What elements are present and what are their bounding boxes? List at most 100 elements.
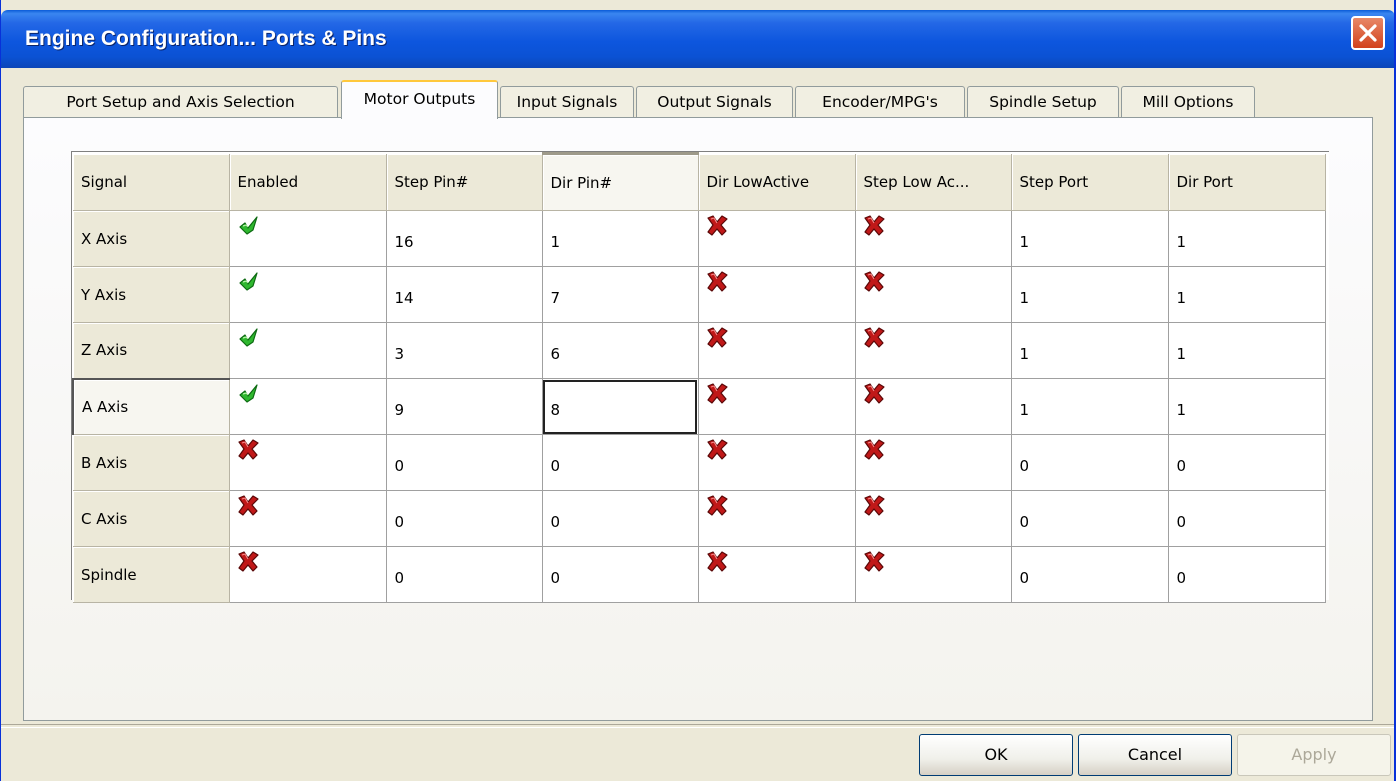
footer-separator	[1, 724, 1394, 728]
dir-port-cell[interactable]: 1	[1168, 266, 1326, 323]
step-pin-cell[interactable]: 9	[386, 378, 543, 435]
red-x-icon	[862, 213, 886, 237]
apply-button[interactable]: Apply	[1237, 734, 1391, 776]
enabled-cell[interactable]	[229, 210, 387, 267]
tab-port-setup[interactable]: Port Setup and Axis Selection	[23, 86, 338, 118]
tab-encoder-mpgs[interactable]: Encoder/MPG's	[795, 86, 965, 118]
step-low-active-cell[interactable]	[855, 210, 1012, 267]
dir-low-active-cell[interactable]	[698, 434, 856, 491]
close-button[interactable]	[1351, 16, 1385, 50]
red-x-icon	[862, 549, 886, 573]
step-low-active-cell[interactable]	[855, 490, 1012, 547]
motor-outputs-table: Signal Enabled Step Pin# Dir Pin# Dir LowAct…	[72, 152, 1326, 603]
title-bar[interactable]: Engine Configuration... Ports & Pins	[1, 10, 1394, 68]
dir-port-cell[interactable]: 1	[1168, 210, 1326, 267]
row-header-signal[interactable]: Y Axis	[73, 266, 230, 323]
step-port-cell[interactable]: 1	[1011, 210, 1169, 267]
col-step-port-header[interactable]: Step Port	[1011, 153, 1169, 211]
step-port-cell[interactable]: 0	[1011, 490, 1169, 547]
dir-pin-cell[interactable]: 0	[542, 490, 699, 547]
enabled-cell[interactable]	[229, 546, 387, 603]
red-x-icon	[862, 437, 886, 461]
red-x-icon	[705, 549, 729, 573]
dir-low-active-cell[interactable]	[698, 266, 856, 323]
dir-port-cell[interactable]: 1	[1168, 322, 1326, 379]
table-row: Spindle 0 0 0 0	[73, 546, 1326, 603]
step-low-active-cell[interactable]	[855, 322, 1012, 379]
step-port-cell[interactable]: 0	[1011, 546, 1169, 603]
red-x-icon	[862, 381, 886, 405]
tab-input-signals[interactable]: Input Signals	[500, 86, 634, 118]
enabled-cell[interactable]	[229, 490, 387, 547]
row-header-signal[interactable]: Z Axis	[73, 322, 230, 379]
tab-output-signals[interactable]: Output Signals	[636, 86, 793, 118]
enabled-cell[interactable]	[229, 266, 387, 323]
red-x-icon	[236, 549, 260, 573]
row-header-signal[interactable]: B Axis	[73, 434, 230, 491]
enabled-cell[interactable]	[229, 322, 387, 379]
dir-pin-cell[interactable]: 0	[542, 434, 699, 491]
dir-low-active-cell[interactable]	[698, 490, 856, 547]
row-header-signal[interactable]: X Axis	[73, 210, 230, 267]
enabled-cell[interactable]	[229, 434, 387, 491]
col-signal-header[interactable]: Signal	[73, 153, 230, 211]
enabled-cell[interactable]	[229, 378, 387, 435]
red-x-icon	[705, 437, 729, 461]
dir-pin-cell[interactable]: 8	[542, 378, 699, 435]
table-row: A Axis 9 8 1 1	[72, 377, 1326, 435]
step-port-cell[interactable]: 1	[1011, 322, 1169, 379]
red-x-icon	[862, 269, 886, 293]
red-x-icon	[705, 213, 729, 237]
row-header-signal[interactable]: Spindle	[73, 546, 230, 603]
tab-motor-outputs[interactable]: Motor Outputs	[341, 80, 498, 119]
step-port-cell[interactable]: 1	[1011, 378, 1169, 435]
dir-port-cell[interactable]: 0	[1168, 546, 1326, 603]
dir-low-active-cell[interactable]	[698, 210, 856, 267]
col-dir-low-active-header[interactable]: Dir LowActive	[698, 153, 856, 211]
step-pin-cell[interactable]: 0	[386, 490, 543, 547]
col-step-low-active-header[interactable]: Step Low Ac...	[855, 153, 1012, 211]
step-port-cell[interactable]: 0	[1011, 434, 1169, 491]
col-dir-pin-header[interactable]: Dir Pin#	[542, 152, 699, 211]
red-x-icon	[705, 325, 729, 349]
dir-pin-cell[interactable]: 6	[542, 322, 699, 379]
row-header-signal[interactable]: A Axis	[72, 377, 230, 435]
dir-pin-cell[interactable]: 1	[542, 210, 699, 267]
red-x-icon	[236, 493, 260, 517]
cancel-button[interactable]: Cancel	[1078, 734, 1232, 776]
tab-spindle-setup[interactable]: Spindle Setup	[967, 86, 1119, 118]
col-enabled-header[interactable]: Enabled	[229, 153, 387, 211]
green-check-icon	[236, 381, 260, 405]
ok-button[interactable]: OK	[919, 734, 1073, 776]
red-x-icon	[236, 437, 260, 461]
col-dir-port-header[interactable]: Dir Port	[1168, 153, 1326, 211]
table-row: B Axis 0 0 0 0	[73, 434, 1326, 491]
step-low-active-cell[interactable]	[855, 266, 1012, 323]
dir-pin-cell[interactable]: 7	[542, 266, 699, 323]
window-title: Engine Configuration... Ports & Pins	[25, 27, 387, 50]
step-pin-cell[interactable]: 16	[386, 210, 543, 267]
step-pin-cell[interactable]: 0	[386, 546, 543, 603]
dir-port-cell[interactable]: 0	[1168, 490, 1326, 547]
dir-pin-cell[interactable]: 0	[542, 546, 699, 603]
step-port-cell[interactable]: 1	[1011, 266, 1169, 323]
step-pin-cell[interactable]: 0	[386, 434, 543, 491]
step-low-active-cell[interactable]	[855, 434, 1012, 491]
close-icon	[1359, 24, 1377, 42]
red-x-icon	[705, 269, 729, 293]
step-low-active-cell[interactable]	[855, 546, 1012, 603]
dir-port-cell[interactable]: 1	[1168, 378, 1326, 435]
step-low-active-cell[interactable]	[855, 378, 1012, 435]
tab-mill-options[interactable]: Mill Options	[1121, 86, 1255, 118]
dir-low-active-cell[interactable]	[698, 546, 856, 603]
row-header-signal[interactable]: C Axis	[73, 490, 230, 547]
header-row: Signal Enabled Step Pin# Dir Pin# Dir LowAct…	[73, 152, 1326, 211]
col-step-pin-header[interactable]: Step Pin#	[386, 153, 543, 211]
dir-port-cell[interactable]: 0	[1168, 434, 1326, 491]
dir-low-active-cell[interactable]	[698, 322, 856, 379]
red-x-icon	[705, 381, 729, 405]
step-pin-cell[interactable]: 14	[386, 266, 543, 323]
dir-low-active-cell[interactable]	[698, 378, 856, 435]
step-pin-cell[interactable]: 3	[386, 322, 543, 379]
green-check-icon	[236, 213, 260, 237]
